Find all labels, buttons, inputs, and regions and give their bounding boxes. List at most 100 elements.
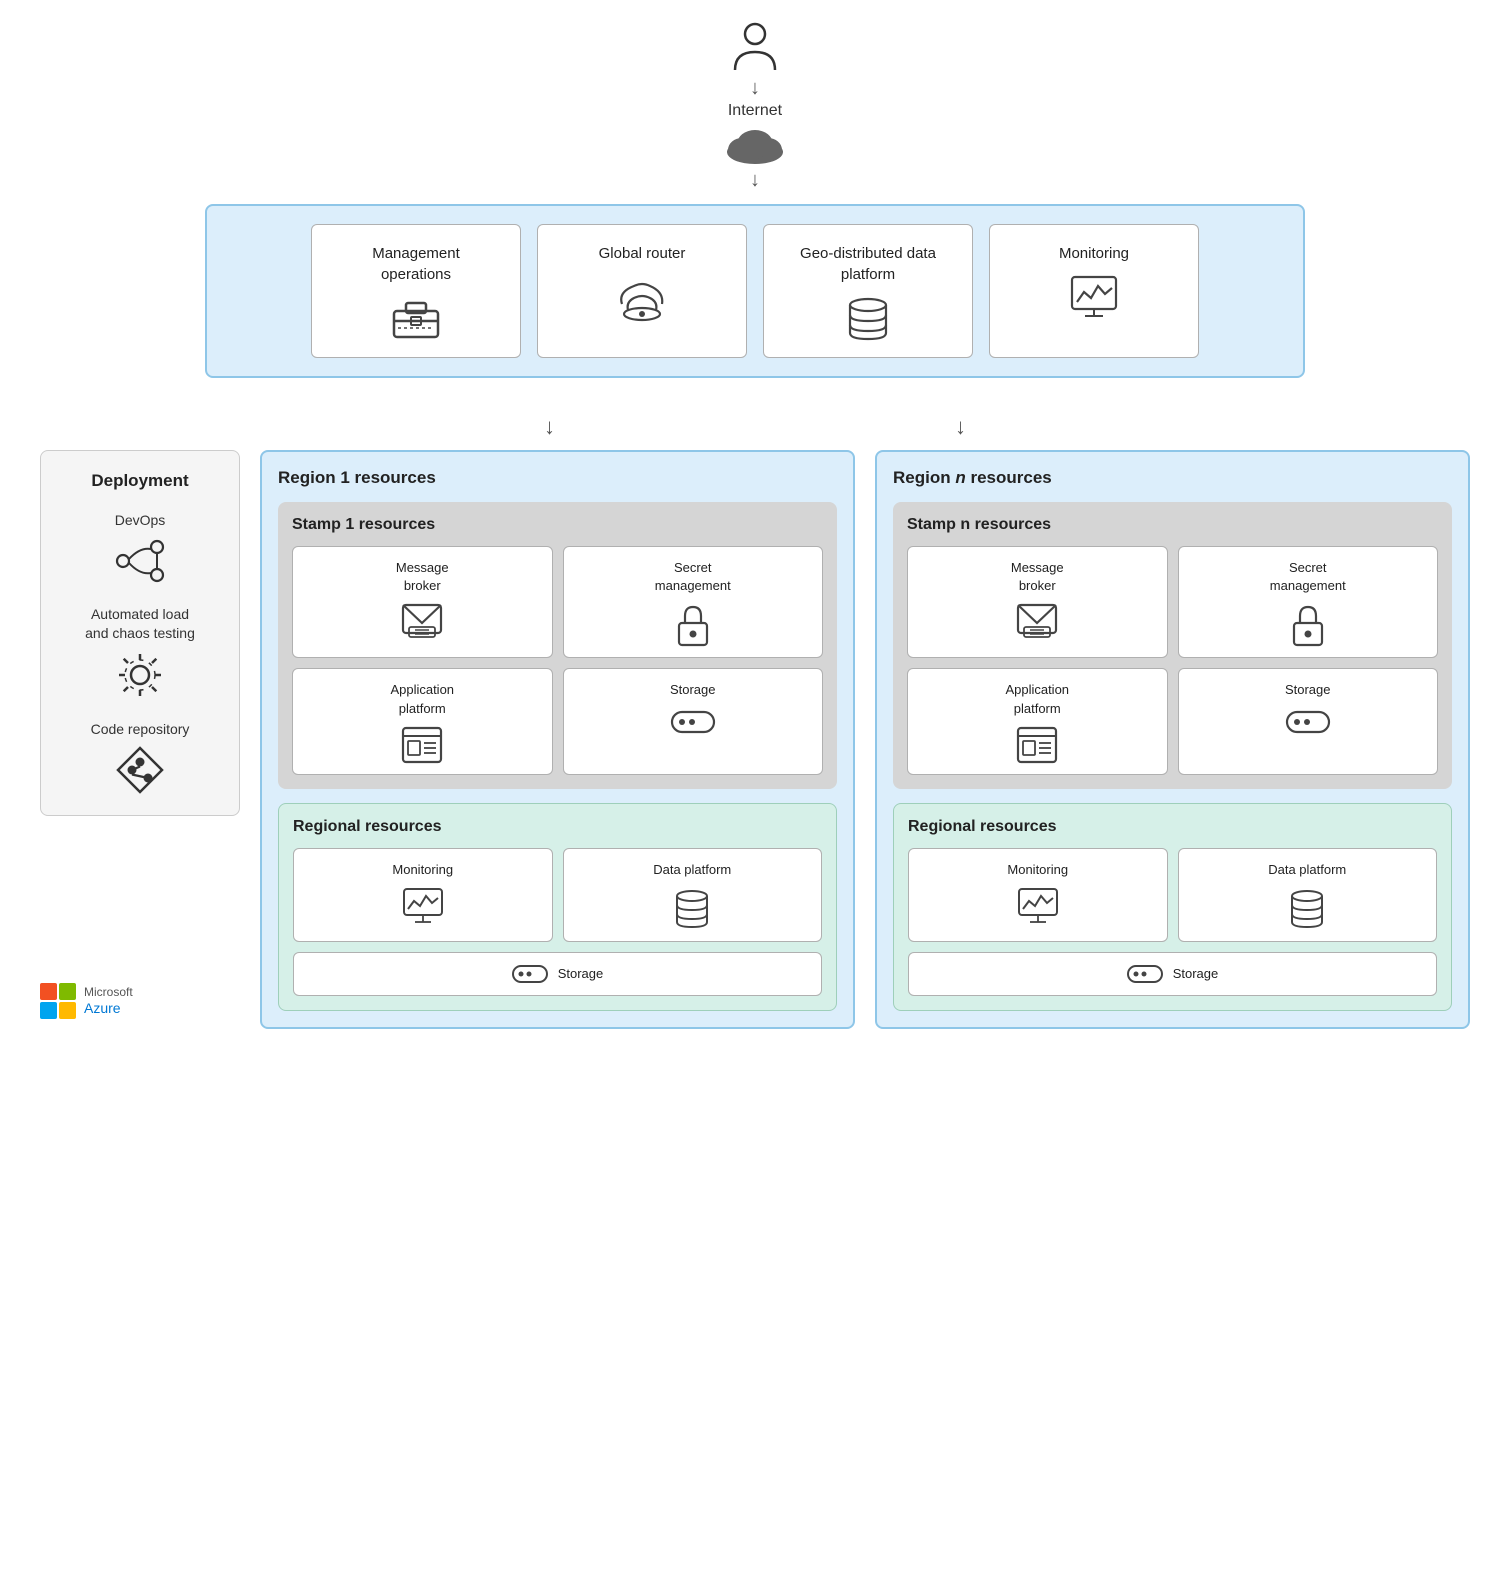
monitor-icon-r1 (402, 887, 444, 925)
global-box-inner: Management operations Global router (225, 224, 1285, 358)
stampN-storage: Storage (1178, 668, 1439, 774)
git-icon (115, 745, 165, 795)
stamp1-msg-broker: Message broker (292, 546, 553, 658)
main-content-row: Deployment DevOps Automated load and cha… (40, 450, 1470, 1029)
settings-icon (115, 650, 165, 700)
app-icon1 (401, 726, 443, 764)
stamp1-app-platform: Application platform (292, 668, 553, 774)
arrow-down-1: ↓ (750, 77, 760, 100)
azure-label: Azure (84, 1000, 133, 1017)
deployment-title: Deployment (91, 471, 188, 491)
regional1-monitoring: Monitoring (293, 848, 553, 942)
sq-yellow (59, 1002, 76, 1019)
chaos-label: Automated load and chaos testing (85, 605, 195, 644)
storage-iconN (1285, 708, 1331, 736)
regionalN-data-platform: Data platform (1178, 848, 1438, 942)
arrow-down-2: ↓ (750, 169, 760, 192)
stampN-grid: Message broker Secret management (907, 546, 1438, 775)
regionalN-monitoring: Monitoring (908, 848, 1168, 942)
regional1-data-platform-label: Data platform (653, 861, 731, 879)
regions-row: Region 1 resources Stamp 1 resources Mes… (260, 450, 1470, 1029)
person-icon (730, 20, 780, 75)
regionalN-title: Regional resources (908, 818, 1437, 836)
stampN-box: Stamp n resources Message broker (893, 502, 1452, 789)
management-label: Management operations (372, 243, 460, 285)
cloud-icon (720, 122, 790, 167)
storage-label1: Storage (670, 681, 716, 699)
regional1-data-platform: Data platform (563, 848, 823, 942)
app-platform-label1: Application platform (390, 681, 454, 717)
storage-icon1 (670, 708, 716, 736)
regionN-box: Region n resources Stamp n resources Mes… (875, 450, 1470, 1029)
regionN-title: Region n resources (893, 468, 1452, 488)
geo-data-label: Geo-distributed data platform (776, 243, 960, 285)
sq-green (59, 983, 76, 1000)
stampN-title: Stamp n resources (907, 516, 1438, 534)
database-icon (846, 295, 890, 345)
stamp1-box: Stamp 1 resources Message broker (278, 502, 837, 789)
devops-item: DevOps (113, 511, 167, 585)
secret-mgmt-labelN: Secret management (1270, 559, 1346, 595)
lock-icon1 (675, 603, 711, 647)
chaos-item: Automated load and chaos testing (85, 605, 195, 700)
internet-section: ↓ Internet ↓ (40, 20, 1470, 194)
stampN-msg-broker: Message broker (907, 546, 1168, 658)
regionalN-grid: Monitoring Data platform (908, 848, 1437, 942)
regional1-box: Regional resources Monitoring (278, 803, 837, 1011)
azure-text: Microsoft Azure (84, 985, 133, 1016)
storage-icon-r1 (512, 963, 548, 985)
global-box: Management operations Global router (205, 204, 1305, 378)
azure-logo: Microsoft Azure (40, 983, 133, 1019)
stampN-secret-mgmt: Secret management (1178, 546, 1439, 658)
toolbox-icon (390, 295, 442, 339)
arrow-region1: ↓ (544, 414, 555, 440)
global-router-label: Global router (599, 243, 686, 264)
regional1-title: Regional resources (293, 818, 822, 836)
internet-label: Internet (728, 102, 782, 120)
sq-blue (40, 1002, 57, 1019)
stamp1-title: Stamp 1 resources (292, 516, 823, 534)
monitoring-card: Monitoring (989, 224, 1199, 358)
regionalN-monitoring-label: Monitoring (1007, 861, 1068, 879)
deployment-sidebar: Deployment DevOps Automated load and cha… (40, 450, 240, 816)
geo-data-card: Geo-distributed data platform (763, 224, 973, 358)
microsoft-label: Microsoft (84, 985, 133, 999)
stamp1-grid: Message broker Secret management (292, 546, 823, 775)
region1-title: Region 1 resources (278, 468, 837, 488)
monitoring-label: Monitoring (1059, 243, 1129, 264)
arrow-regionN: ↓ (955, 414, 966, 440)
database-icon-rN (1288, 887, 1326, 931)
repo-item: Code repository (91, 720, 190, 796)
sq-red (40, 983, 57, 1000)
region1-box: Region 1 resources Stamp 1 resources Mes… (260, 450, 855, 1029)
mail-icon1 (401, 603, 443, 639)
regionalN-storage-row: Storage (908, 952, 1437, 996)
msg-broker-labelN: Message broker (1011, 559, 1064, 595)
regionalN-box: Regional resources Monitoring (893, 803, 1452, 1011)
storage-labelN: Storage (1285, 681, 1331, 699)
repo-label: Code repository (91, 720, 190, 740)
regional1-storage-label: Storage (558, 966, 604, 981)
app-iconN (1016, 726, 1058, 764)
app-platform-labelN: Application platform (1005, 681, 1069, 717)
arrows-section: ↓ ↓ (40, 414, 1470, 440)
regional1-grid: Monitoring Data platform (293, 848, 822, 942)
diagram-wrapper: ↓ Internet ↓ Management operations (0, 0, 1510, 1049)
devops-icon (113, 537, 167, 585)
secret-mgmt-label1: Secret management (655, 559, 731, 595)
regional1-storage-row: Storage (293, 952, 822, 996)
regionalN-data-platform-label: Data platform (1268, 861, 1346, 879)
lock-iconN (1290, 603, 1326, 647)
management-card: Management operations (311, 224, 521, 358)
mail-iconN (1016, 603, 1058, 639)
stamp1-storage: Storage (563, 668, 824, 774)
stampN-app-platform: Application platform (907, 668, 1168, 774)
global-router-card: Global router (537, 224, 747, 358)
regional1-monitoring-label: Monitoring (392, 861, 453, 879)
database-icon-r1 (673, 887, 711, 931)
storage-icon-rN (1127, 963, 1163, 985)
msg-broker-label1: Message broker (396, 559, 449, 595)
monitor-icon-rN (1017, 887, 1059, 925)
regionalN-storage-label: Storage (1173, 966, 1219, 981)
azure-squares (40, 983, 76, 1019)
